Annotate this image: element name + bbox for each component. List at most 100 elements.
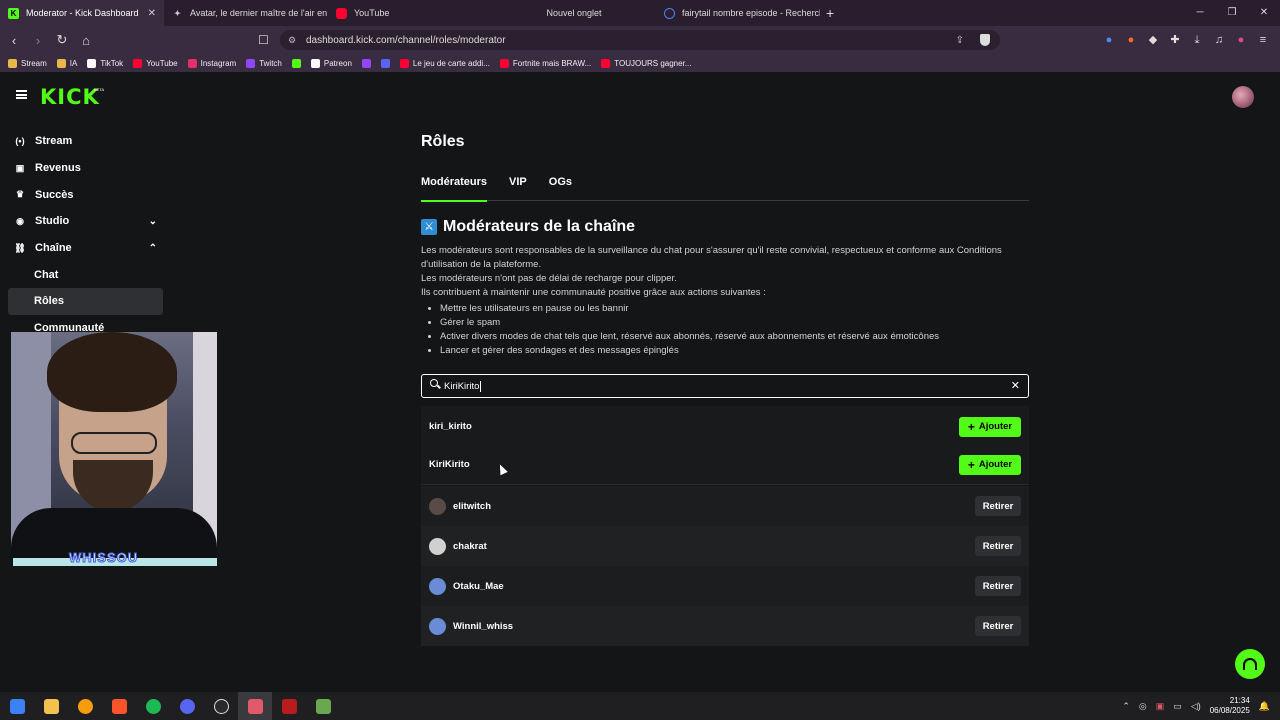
new-tab-button[interactable]: + [826,5,834,21]
streamer-glasses [71,432,157,454]
tab-kick-dashboard[interactable]: K Moderator - Kick Dashboard ✕ [0,0,164,26]
voice-app-icon[interactable] [272,692,306,720]
tab-moderateurs[interactable]: Modérateurs [421,176,488,202]
add-moderator-button[interactable]: + Ajouter [959,416,1021,437]
menu-icon[interactable]: ≡ [1256,33,1270,47]
tray-app-icon[interactable]: ◎ [1139,701,1147,712]
puzzle-icon[interactable]: ✚ [1168,33,1182,47]
bookmark-item[interactable] [291,58,301,68]
tab-new[interactable]: Nouvel onglet [492,0,656,26]
sidebar-item-succes[interactable]: ♛ Succès [8,181,163,208]
support-chat-button[interactable] [1235,649,1265,679]
extension-icon[interactable]: ◆ [1146,33,1160,47]
tab-title: Moderator - Kick Dashboard [26,8,139,18]
bookmark-item[interactable]: Twitch [246,58,282,68]
obs-icon[interactable] [204,692,238,720]
kick-logo[interactable]: KICK [40,85,100,109]
streaming-app-icon[interactable] [238,692,272,720]
spotify-icon[interactable] [136,692,170,720]
forward-icon[interactable]: › [28,33,48,48]
tab-avatar[interactable]: ✦ Avatar, le dernier maître de l'air en … [164,0,328,26]
extension-icon[interactable]: ● [1234,33,1248,47]
list-item: Lancer et gérer des sondages et des mess… [440,344,1021,358]
url-field[interactable]: ⚙ dashboard.kick.com/channel/roles/moder… [280,30,1000,50]
bookmark-label: TikTok [100,58,124,68]
system-clock[interactable]: 21:34 06/08/2025 [1210,696,1250,716]
bookmark-item[interactable]: Stream [8,58,47,68]
remove-moderator-button[interactable]: Retirer [975,576,1021,596]
moderator-username: Winnil_whiss [453,620,514,632]
bookmark-item[interactable] [380,58,390,68]
sidebar-item-chat[interactable]: Chat [8,261,163,288]
tab-search[interactable]: fairytail nombre episode - Recherche [656,0,820,26]
download-icon[interactable]: ⤓ [1190,33,1204,47]
close-window-icon[interactable]: ✕ [1248,0,1280,26]
back-icon[interactable]: ‹ [4,33,24,48]
sidebar-item-stream[interactable]: (•) Stream [8,128,163,155]
chart-icon: ▣ [15,162,25,173]
site-info-icon[interactable]: ⚙ [288,35,296,46]
sidebar-item-chaine[interactable]: ⛓ Chaîne ⌃ [8,235,163,262]
remove-moderator-button[interactable]: Retirer [975,496,1021,516]
google-favicon-icon [664,7,675,19]
bookmark-item[interactable]: Fortnite mais BRAW... [499,58,591,68]
close-tab-icon[interactable]: ✕ [148,8,156,19]
volume-icon[interactable]: ◁) [1191,701,1201,712]
search-icon [430,379,438,387]
discord-icon[interactable] [170,692,204,720]
tab-title: fairytail nombre episode - Recherche [682,8,820,18]
home-icon[interactable]: ⌂ [76,33,96,48]
sidebar-item-label: Rôles [34,295,64,308]
bookmark-icon [56,58,66,68]
tab-vip[interactable]: VIP [509,176,527,201]
user-avatar[interactable] [1232,86,1254,108]
tab-youtube[interactable]: YouTube [328,0,492,26]
windows-start-icon[interactable] [0,692,34,720]
notification-icon[interactable]: 🔔 [1259,701,1270,712]
brave-shield-icon[interactable] [980,34,990,46]
search-input[interactable]: KiriKirito ✕ [421,374,1029,398]
file-explorer-icon[interactable] [34,692,68,720]
bookmark-item[interactable] [361,58,371,68]
extension-icon[interactable]: ● [1124,33,1138,47]
webcam-overlay: WHISSOU [11,332,217,566]
minimize-icon[interactable]: ─ [1184,0,1216,26]
section-header: ⚔ Modérateurs de la chaîne [421,218,635,236]
bookmark-item[interactable]: YouTube [133,58,178,68]
tab-ogs[interactable]: OGs [549,176,572,201]
bookmark-item[interactable]: TikTok [87,58,124,68]
sidebar-item-roles[interactable]: Rôles [8,288,163,315]
clear-icon[interactable]: ✕ [1011,379,1020,392]
button-label: Ajouter [978,459,1013,470]
permissions-list: Mettre les utilisateurs en pause ou les … [421,302,1021,358]
extension-icon[interactable]: ● [1102,33,1116,47]
bookmark-item[interactable]: Instagram [187,58,236,68]
sidebar-item-revenus[interactable]: ▣ Revenus [8,155,163,182]
remove-moderator-button[interactable]: Retirer [975,536,1021,556]
table-row: Winnil_whiss Retirer [421,606,1029,646]
reload-icon[interactable]: ↻ [52,32,72,48]
music-icon[interactable]: ♫ [1212,33,1226,47]
bookmark-item[interactable]: Le jeu de carte addi... [399,58,490,68]
minecraft-icon[interactable] [306,692,340,720]
brave-icon[interactable] [102,692,136,720]
search-app-icon[interactable] [68,692,102,720]
add-moderator-button[interactable]: + Ajouter [959,454,1021,475]
bookmark-icon[interactable]: ☐ [258,33,269,47]
sidebar-item-studio[interactable]: ◉ Studio ⌄ [8,208,163,235]
moderators-list: elitwitch Retirer chakrat Retirer Otaku_… [421,486,1029,646]
bookmark-item[interactable]: IA [56,58,77,68]
windows-taskbar: ⌃ ◎ ▣ ▭ ◁) 21:34 06/08/2025 🔔 [0,692,1280,720]
remove-moderator-button[interactable]: Retirer [975,616,1021,636]
network-icon[interactable]: ▭ [1173,701,1182,712]
maximize-icon[interactable]: ❐ [1216,0,1248,26]
sidebar-item-label: Succès [35,188,74,201]
share-icon[interactable]: ⇪ [956,35,964,46]
tray-app-icon[interactable]: ▣ [1156,701,1165,712]
moderator-username: elitwitch [453,500,492,512]
bookmark-icon [133,58,143,68]
hamburger-menu-icon[interactable] [16,90,27,99]
chevron-up-icon[interactable]: ⌃ [1122,701,1130,712]
bookmark-item[interactable]: Patreon [310,58,352,68]
bookmark-item[interactable]: TOUJOURS gagner... [601,58,691,68]
